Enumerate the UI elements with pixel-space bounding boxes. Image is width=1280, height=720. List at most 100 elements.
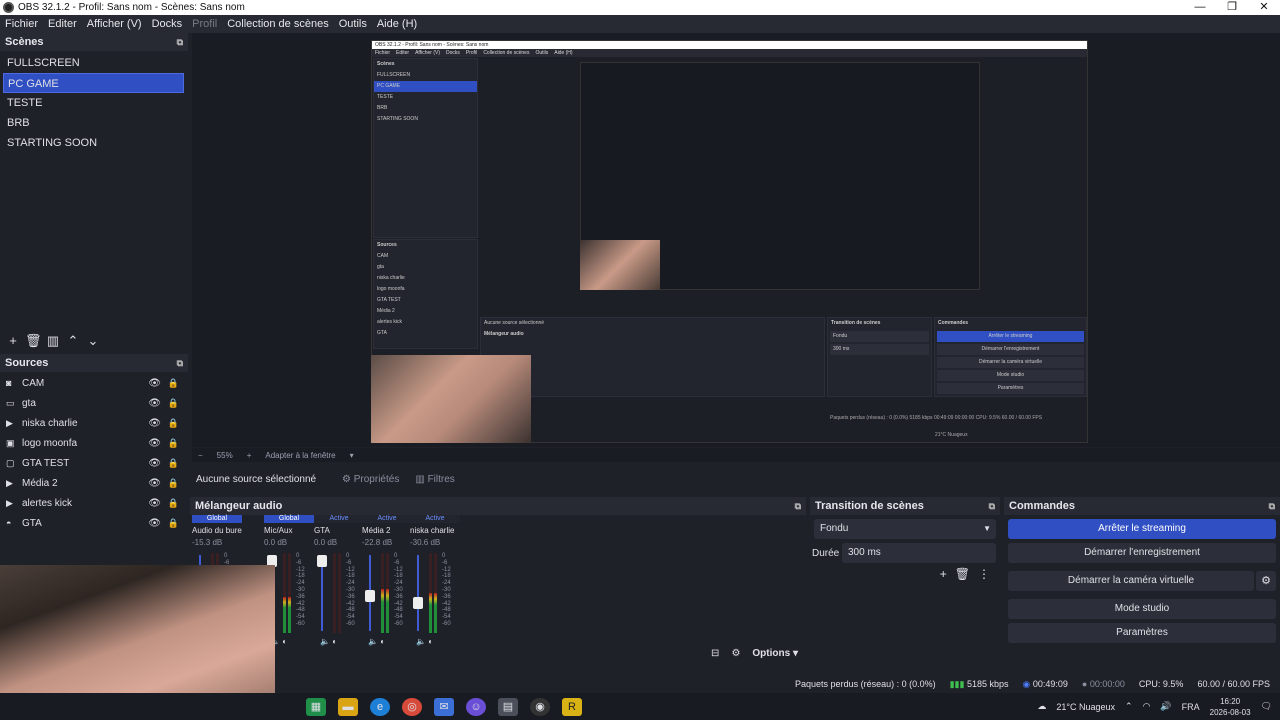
dock-float-icon[interactable]: ⧉ <box>177 358 183 369</box>
properties-button[interactable]: ⚙ Propriétés <box>338 472 403 487</box>
fader-track[interactable] <box>417 555 419 631</box>
dock-float-icon[interactable]: ⧉ <box>795 501 801 512</box>
close-button[interactable]: ✕ <box>1248 0 1280 15</box>
scene-item[interactable]: BRB <box>0 113 188 133</box>
visibility-eye-icon[interactable]: 👁 <box>148 418 161 429</box>
more-icon[interactable]: ⋮ <box>978 567 990 581</box>
source-item[interactable]: ▶ niska charlie 👁 🔒 <box>0 413 188 433</box>
studio-mode-button[interactable]: Mode studio <box>1008 599 1276 619</box>
app-icon[interactable]: ▤ <box>498 697 518 716</box>
duration-input[interactable]: 300 ms <box>842 543 996 563</box>
channel-name[interactable]: Audio du bureau <box>192 526 242 535</box>
source-item[interactable]: ◓ GTA 👁 🔒 <box>0 513 188 533</box>
lock-icon[interactable]: 🔒 <box>168 398 179 409</box>
start-virtualcam-button[interactable]: Démarrer la caméra virtuelle <box>1008 571 1254 591</box>
menu-item-7[interactable]: Aide (H) <box>372 18 422 30</box>
channel-name[interactable]: Mic/Aux <box>264 526 314 535</box>
menu-item-2[interactable]: Afficher (V) <box>82 18 147 30</box>
channel-name[interactable]: Média 2 <box>362 526 412 535</box>
transition-select[interactable]: Fondu ▼ <box>814 519 996 539</box>
filters-button[interactable]: ▥ Filtres <box>411 472 458 487</box>
source-item[interactable]: ▶ Média 2 👁 🔒 <box>0 473 188 493</box>
lock-icon[interactable]: 🔒 <box>168 458 179 469</box>
channel-name[interactable]: niska charlie <box>410 526 460 535</box>
options-button[interactable]: Options ▾ <box>752 648 798 659</box>
clock[interactable]: 16:20 2026-08-03 <box>1210 696 1251 718</box>
lock-icon[interactable]: 🔒 <box>168 438 179 449</box>
headphones-icon[interactable]: ◐ <box>280 637 287 646</box>
headphones-icon[interactable]: ◐ <box>330 637 337 646</box>
dock-float-icon[interactable]: ⧉ <box>989 501 995 512</box>
speaker-icon[interactable]: 🔈 <box>320 637 330 646</box>
lock-icon[interactable]: 🔒 <box>168 378 179 389</box>
move-up-icon[interactable]: ⌃ <box>65 333 81 349</box>
move-down-icon[interactable]: ⌄ <box>85 333 101 349</box>
visibility-eye-icon[interactable]: 👁 <box>148 458 161 469</box>
visibility-eye-icon[interactable]: 👁 <box>148 478 161 489</box>
notification-icon[interactable]: 🗨 <box>1261 701 1272 712</box>
virtualcam-settings-icon[interactable]: ⚙ <box>1256 571 1276 591</box>
lock-icon[interactable]: 🔒 <box>168 418 179 429</box>
speaker-icon[interactable]: 🔈 <box>368 637 378 646</box>
dock-float-icon[interactable]: ⧉ <box>1269 501 1275 512</box>
wifi-icon[interactable]: ◠ <box>1143 701 1151 712</box>
add-transition-icon[interactable]: + <box>940 567 947 581</box>
layout-icon[interactable]: ⊟ <box>711 648 719 659</box>
visibility-eye-icon[interactable]: 👁 <box>148 378 161 389</box>
dock-float-icon[interactable]: ⧉ <box>177 37 183 48</box>
source-item[interactable]: ▶ alertes kick 👁 🔒 <box>0 493 188 513</box>
fader-handle[interactable] <box>365 590 375 603</box>
headphones-icon[interactable]: ◐ <box>426 637 433 646</box>
menu-item-1[interactable]: Editer <box>43 18 82 30</box>
source-item[interactable]: ◙ CAM 👁 🔒 <box>0 373 188 393</box>
channel-name[interactable]: GTA <box>314 526 364 535</box>
advanced-audio-icon[interactable]: ⚙ <box>731 648 740 659</box>
visibility-eye-icon[interactable]: 👁 <box>148 438 161 449</box>
settings-button[interactable]: Paramètres <box>1008 623 1276 643</box>
menu-item-5[interactable]: Collection de scènes <box>222 18 334 30</box>
fit-caret-icon[interactable]: ▾ <box>350 451 354 460</box>
edge-icon[interactable]: e <box>370 697 390 716</box>
lang-indicator[interactable]: FRA <box>1182 702 1200 712</box>
tray-overflow-icon[interactable]: ⌃ <box>1125 701 1133 712</box>
fader-handle[interactable] <box>317 555 327 567</box>
source-item[interactable]: ▣ logo moonfa 👁 🔒 <box>0 433 188 453</box>
scene-item[interactable]: TESTE <box>0 93 188 113</box>
app-r-icon[interactable]: R <box>562 697 582 716</box>
zoom-out-icon[interactable]: − <box>198 451 203 460</box>
restore-button[interactable]: ❐ <box>1216 0 1248 15</box>
mail-icon[interactable]: ✉ <box>434 697 454 716</box>
scene-item[interactable]: PC GAME <box>3 73 184 93</box>
file-explorer-icon[interactable]: ▬ <box>338 697 358 716</box>
store-icon[interactable]: ▦ <box>306 697 326 716</box>
add-icon[interactable]: + <box>5 333 21 349</box>
scene-item[interactable]: STARTING SOON <box>0 133 188 153</box>
menu-item-4[interactable]: Profil <box>187 18 222 30</box>
visibility-eye-icon[interactable]: 👁 <box>148 518 161 529</box>
source-item[interactable]: ▭ gta 👁 🔒 <box>0 393 188 413</box>
menu-item-6[interactable]: Outils <box>334 18 372 30</box>
source-item[interactable]: ▢ GTA TEST 👁 🔒 <box>0 453 188 473</box>
speaker-icon[interactable]: 🔈 <box>416 637 426 646</box>
zoom-in-icon[interactable]: + <box>247 451 252 460</box>
discord-icon[interactable]: ☺ <box>466 697 486 716</box>
lock-icon[interactable]: 🔒 <box>168 498 179 509</box>
headphones-icon[interactable]: ◐ <box>378 637 385 646</box>
trash-icon[interactable]: 🗑 <box>25 333 42 349</box>
obs-icon[interactable]: ◉ <box>530 697 550 716</box>
fit-mode[interactable]: Adapter à la fenêtre <box>265 451 335 460</box>
remove-transition-icon[interactable]: 🗑 <box>955 567 970 581</box>
minimize-button[interactable]: — <box>1184 0 1216 15</box>
volume-icon[interactable]: 🔊 <box>1160 701 1171 712</box>
start-recording-button[interactable]: Démarrer l'enregistrement <box>1008 543 1276 563</box>
chrome-icon[interactable]: ◎ <box>402 697 422 716</box>
visibility-eye-icon[interactable]: 👁 <box>148 398 161 409</box>
visibility-eye-icon[interactable]: 👁 <box>148 498 161 509</box>
stop-streaming-button[interactable]: Arrêter le streaming <box>1008 519 1276 539</box>
scene-item[interactable]: FULLSCREEN <box>0 53 188 73</box>
weather-text[interactable]: 21°C Nuageux <box>1056 702 1115 712</box>
fader-handle[interactable] <box>413 596 423 609</box>
menu-item-0[interactable]: Fichier <box>0 18 43 30</box>
menu-item-3[interactable]: Docks <box>147 18 188 30</box>
filter-icon[interactable]: ▥ <box>45 333 61 349</box>
